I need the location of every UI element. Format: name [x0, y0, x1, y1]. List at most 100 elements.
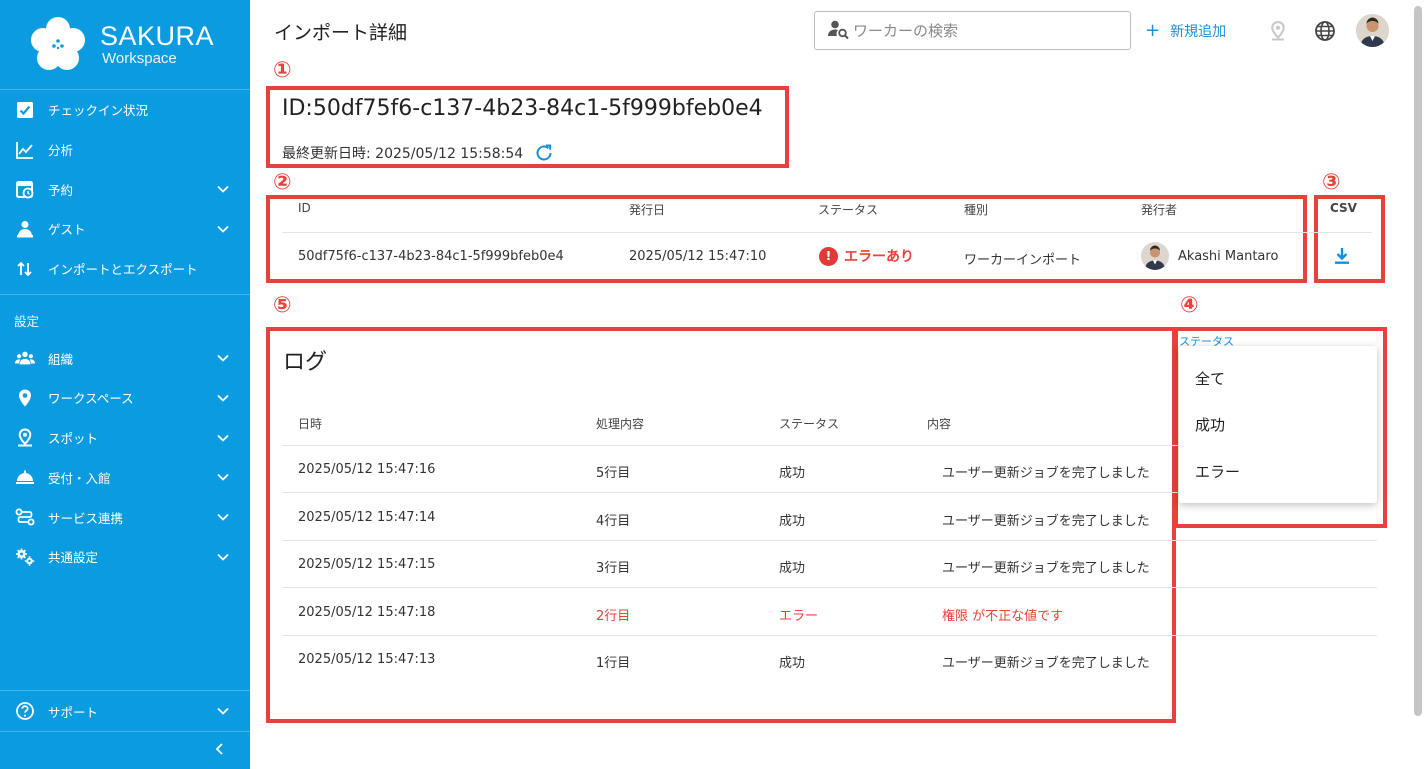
- sidebar-item-workspace[interactable]: ワークスペース: [0, 378, 250, 418]
- sidebar-item-label: スポット: [48, 431, 99, 447]
- sidebar-item-organization[interactable]: 組織: [0, 338, 250, 378]
- sidebar-item-label: サービス連携: [48, 510, 124, 526]
- guest-icon: [14, 218, 36, 240]
- table-divider: [282, 634, 1377, 636]
- log-status: 成功: [779, 513, 806, 529]
- log-status: 成功: [779, 656, 806, 672]
- log-title: ログ: [283, 350, 328, 375]
- sidebar-item-import-export[interactable]: インポートとエクスポート: [0, 249, 250, 289]
- log-content: 権限 が不正な値です: [942, 608, 1064, 624]
- location-pin-icon[interactable]: [1267, 20, 1289, 42]
- log-process: 2行目: [596, 608, 631, 624]
- table-divider: [282, 232, 1372, 233]
- chevron-down-icon: [216, 704, 230, 718]
- globe-icon[interactable]: [1314, 20, 1336, 42]
- col-header-csv: CSV: [1330, 201, 1357, 215]
- annotation-marker-5: ⑤: [273, 293, 292, 318]
- annotation-marker-1: ①: [273, 58, 292, 83]
- chevron-down-icon: [216, 351, 230, 365]
- refresh-icon[interactable]: [533, 142, 555, 164]
- status-option-success[interactable]: 成功: [1195, 414, 1225, 435]
- issuer-avatar: [1141, 242, 1169, 270]
- log-content: ユーザー更新ジョブを完了しました: [942, 656, 1150, 672]
- log-status: エラー: [779, 608, 819, 624]
- log-datetime: 2025/05/12 15:47:14: [298, 509, 436, 525]
- sidebar-item-support[interactable]: サポート: [0, 691, 250, 731]
- summary-id: 50df75f6-c137-4b23-84c1-5f999bfeb0e4: [298, 249, 564, 264]
- log-status: 成功: [779, 466, 806, 481]
- log-col-status: ステータス: [779, 417, 840, 431]
- last-updated-text: 最終更新日時: 2025/05/12 15:58:54: [282, 146, 524, 162]
- chevron-down-icon: [216, 470, 230, 484]
- worker-search[interactable]: [814, 11, 1131, 50]
- log-datetime: 2025/05/12 15:47:16: [298, 462, 436, 477]
- col-header-status: ステータス: [818, 203, 879, 217]
- summary-issuer: Akashi Mantaro: [1141, 242, 1278, 270]
- log-process: 3行目: [596, 561, 631, 577]
- integration-icon: [14, 506, 36, 528]
- csv-download-button[interactable]: [1333, 246, 1351, 270]
- sidebar: SAKURA Workspace チェックイン状況 分析 予約 ゲスト インポー…: [0, 0, 250, 769]
- chevron-down-icon: [216, 222, 230, 236]
- sidebar-item-checkin[interactable]: チェックイン状況: [0, 90, 250, 130]
- sidebar-item-analytics[interactable]: 分析: [0, 130, 250, 170]
- chevron-down-icon: [216, 391, 230, 405]
- log-process: 4行目: [596, 513, 631, 529]
- sidebar-item-label: サポート: [48, 704, 99, 720]
- chevron-down-icon: [216, 431, 230, 445]
- sidebar-item-common-settings[interactable]: 共通設定: [0, 537, 250, 577]
- log-col-content: 内容: [927, 417, 952, 431]
- chevron-down-icon: [216, 182, 230, 196]
- log-datetime: 2025/05/12 15:47:13: [298, 652, 436, 668]
- log-col-datetime: 日時: [298, 417, 323, 431]
- log-content: ユーザー更新ジョブを完了しました: [942, 513, 1150, 529]
- user-avatar[interactable]: [1356, 14, 1389, 47]
- import-export-icon: [14, 258, 36, 280]
- add-new-label: 新規追加: [1170, 23, 1227, 40]
- sidebar-item-label: 共通設定: [48, 550, 99, 566]
- log-content: ユーザー更新ジョブを完了しました: [942, 561, 1150, 577]
- chart-line-icon: [14, 139, 36, 161]
- chevron-down-icon: [216, 550, 230, 564]
- log-col-process: 処理内容: [596, 417, 645, 431]
- col-header-issuer: 発行者: [1141, 203, 1178, 217]
- annotation-marker-2: ②: [273, 170, 292, 195]
- table-divider: [282, 539, 1377, 541]
- summary-type: ワーカーインポート: [964, 253, 1082, 268]
- sidebar-collapse-button[interactable]: [0, 731, 250, 769]
- download-icon: [1333, 248, 1351, 270]
- annotation-marker-3: ③: [1322, 170, 1341, 195]
- sidebar-item-label: 予約: [48, 182, 74, 198]
- location-pin-icon: [14, 387, 36, 409]
- sidebar-item-guest[interactable]: ゲスト: [0, 209, 250, 249]
- status-option-error[interactable]: エラー: [1195, 461, 1240, 482]
- search-input[interactable]: [853, 21, 1113, 40]
- page-title: インポート詳細: [274, 22, 408, 44]
- checkbox-icon: [14, 99, 36, 121]
- status-filter-menu: 全て 成功 エラー: [1179, 346, 1377, 503]
- plus-icon: +: [1145, 20, 1161, 41]
- sidebar-item-label: ワークスペース: [48, 391, 134, 407]
- sidebar-item-label: 受付・入館: [48, 470, 111, 486]
- log-process: 5行目: [596, 466, 631, 481]
- sidebar-item-label: チェックイン状況: [48, 103, 149, 119]
- sakura-logo-icon: [28, 15, 88, 75]
- status-option-all[interactable]: 全て: [1195, 368, 1225, 389]
- page-scrollbar[interactable]: [1414, 6, 1422, 716]
- sidebar-item-reception[interactable]: 受付・入館: [0, 458, 250, 498]
- sidebar-item-integration[interactable]: サービス連携: [0, 497, 250, 537]
- table-divider: [282, 587, 1377, 589]
- col-header-id: ID: [298, 201, 311, 215]
- settings-section-label: 設定: [14, 314, 40, 330]
- log-process: 1行目: [596, 656, 631, 672]
- sidebar-item-label: 組織: [48, 351, 74, 367]
- col-header-type: 種別: [964, 203, 989, 217]
- status-badge-label: エラーあり: [844, 249, 914, 265]
- brand[interactable]: SAKURA Workspace: [0, 0, 250, 90]
- add-new-button[interactable]: + 新規追加: [1145, 20, 1226, 41]
- sidebar-item-spot[interactable]: スポット: [0, 418, 250, 458]
- chevron-left-icon: [214, 741, 226, 760]
- log-datetime: 2025/05/12 15:47:18: [298, 604, 436, 620]
- annotation-marker-4: ④: [1180, 293, 1199, 318]
- sidebar-item-reservation[interactable]: 予約: [0, 169, 250, 209]
